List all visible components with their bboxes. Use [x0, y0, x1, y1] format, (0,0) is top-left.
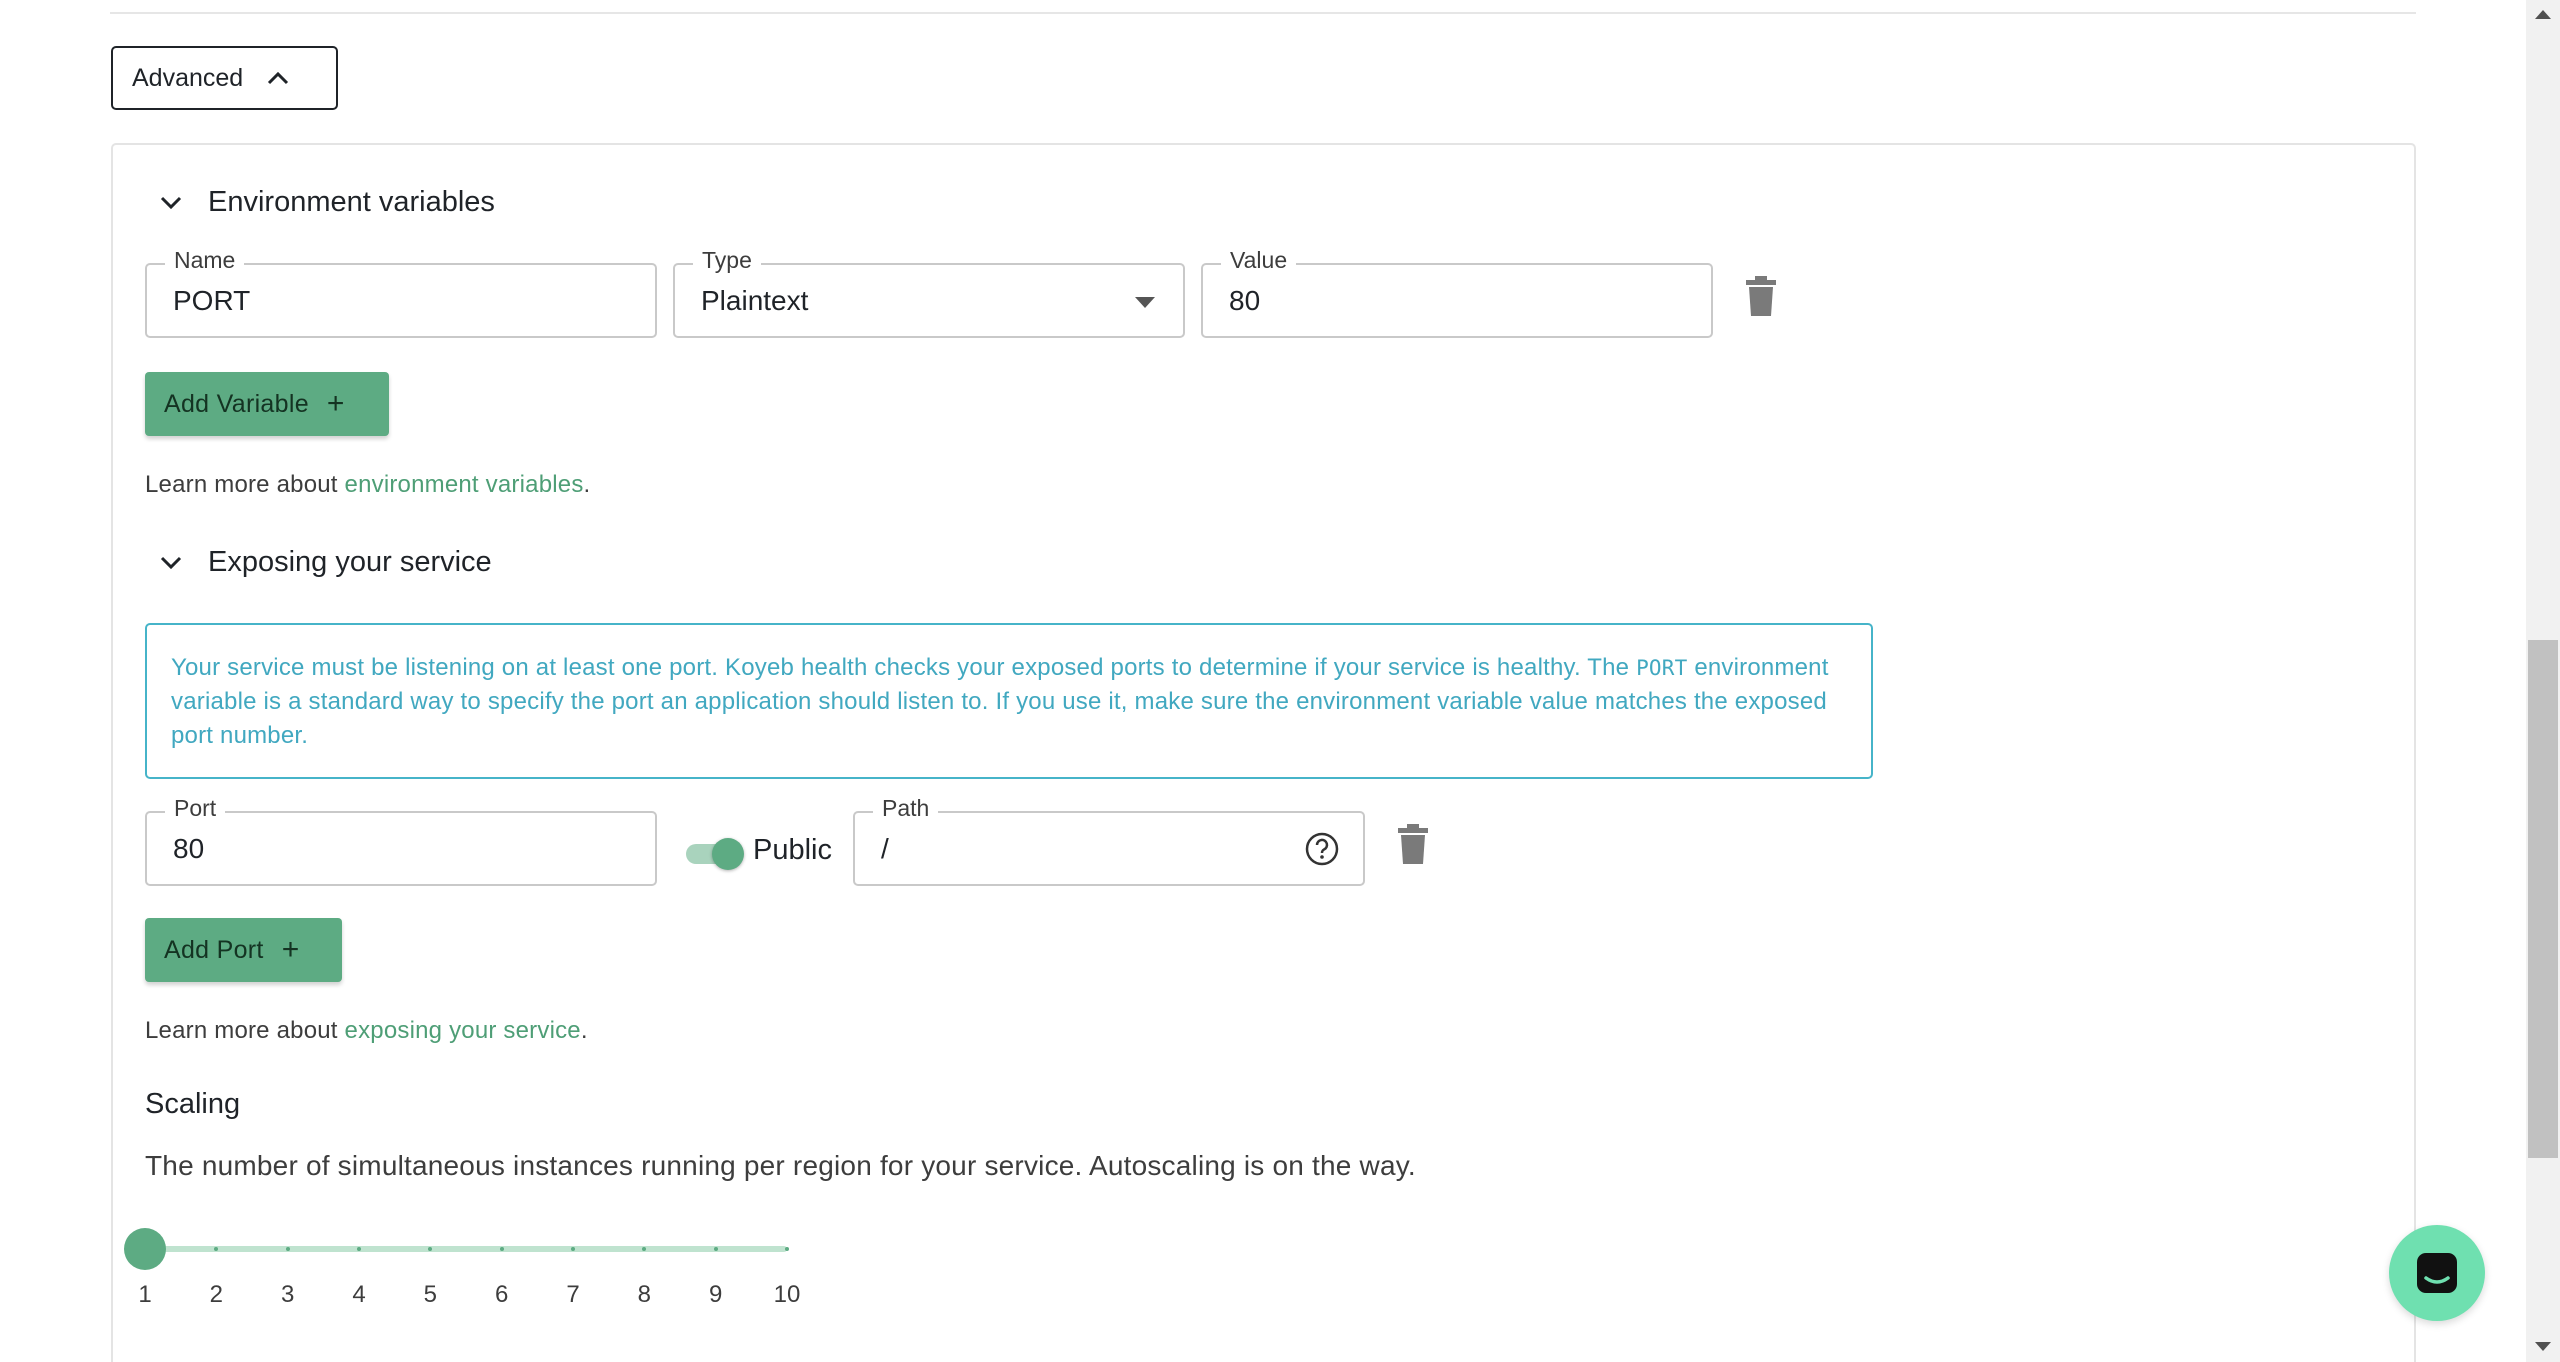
path-field[interactable]: Path /	[853, 795, 1365, 886]
advanced-toggle-button[interactable]: Advanced	[111, 46, 338, 110]
env-value-value: 80	[1229, 285, 1261, 316]
expose-section-header[interactable]: Exposing your service	[160, 546, 492, 579]
trash-icon[interactable]	[1746, 276, 1776, 316]
env-docs-link[interactable]: environment variables	[345, 471, 584, 498]
slider-tick-label: 8	[637, 1281, 652, 1308]
section-divider	[110, 12, 2416, 14]
advanced-label: Advanced	[132, 63, 244, 92]
public-label: Public	[753, 834, 832, 866]
env-type-select[interactable]: Type Plaintext	[673, 247, 1185, 338]
slider-tick-label: 7	[566, 1281, 580, 1308]
slider-tick-labels: 1 2 3 4 5 6 7 8 9 10	[138, 1281, 805, 1311]
path-value: /	[881, 833, 889, 864]
env-name-value: PORT	[173, 285, 251, 316]
slider-step-dot	[713, 1247, 718, 1251]
env-learn-more: Learn more about environment variables.	[145, 471, 591, 498]
chevron-down-icon	[160, 196, 182, 209]
port-value: 80	[173, 833, 205, 864]
add-variable-label: Add Variable	[164, 389, 309, 418]
chevron-up-icon	[268, 71, 289, 85]
slider-tick-label: 6	[494, 1281, 509, 1308]
add-port-label: Add Port	[164, 935, 264, 964]
scroll-down-icon[interactable]	[2535, 1342, 2551, 1351]
port-code: PORT	[1636, 656, 1688, 680]
slider-tick-label: 4	[352, 1281, 366, 1308]
scaling-title: Scaling	[145, 1088, 241, 1120]
chevron-down-icon	[160, 556, 182, 569]
env-section-header[interactable]: Environment variables	[160, 186, 495, 219]
env-name-field[interactable]: Name PORT	[145, 247, 657, 338]
chat-icon	[2417, 1253, 2457, 1293]
expose-section-title: Exposing your service	[208, 546, 492, 578]
add-port-button[interactable]: Add Port +	[145, 918, 342, 982]
public-toggle[interactable]	[686, 838, 744, 870]
scroll-up-icon[interactable]	[2535, 10, 2551, 19]
toggle-knob	[712, 838, 744, 870]
chat-launcher-button[interactable]	[2389, 1225, 2485, 1321]
slider-step-dot	[285, 1247, 290, 1251]
trash-icon[interactable]	[1398, 824, 1428, 864]
plus-icon: +	[326, 387, 345, 420]
slider-step-dot	[499, 1247, 504, 1251]
page-scrollbar[interactable]	[2526, 0, 2560, 1362]
slider-tick-label: 1	[138, 1281, 152, 1308]
slider-rail	[145, 1246, 787, 1252]
port-info-alert: Your service must be listening on at lea…	[145, 623, 1873, 779]
slider-step-dot	[571, 1247, 575, 1251]
expose-docs-link[interactable]: exposing your service	[345, 1017, 581, 1044]
plus-icon: +	[281, 933, 300, 966]
env-section-title: Environment variables	[208, 186, 495, 218]
expose-learn-more: Learn more about exposing your service.	[145, 1017, 588, 1044]
slider-step-dot	[357, 1247, 361, 1251]
slider-tick-label: 3	[280, 1281, 295, 1308]
env-type-value: Plaintext	[701, 285, 809, 316]
scrollbar-thumb[interactable]	[2528, 640, 2558, 1158]
slider-step-dot	[785, 1247, 789, 1251]
slider-tick-label: 10	[773, 1281, 801, 1308]
slider-thumb[interactable]	[124, 1228, 166, 1270]
add-variable-button[interactable]: Add Variable +	[145, 372, 389, 436]
env-value-field[interactable]: Value 80	[1201, 247, 1713, 338]
dropdown-caret-icon	[1135, 297, 1155, 308]
help-circle-icon[interactable]	[1305, 832, 1339, 866]
slider-tick-label: 9	[708, 1281, 723, 1308]
slider-tick-label: 5	[423, 1281, 438, 1308]
scaling-description: The number of simultaneous instances run…	[145, 1150, 1416, 1181]
port-field[interactable]: Port 80	[145, 795, 657, 886]
slider-tick-label: 2	[209, 1281, 224, 1308]
scaling-slider[interactable]	[124, 1226, 789, 1270]
